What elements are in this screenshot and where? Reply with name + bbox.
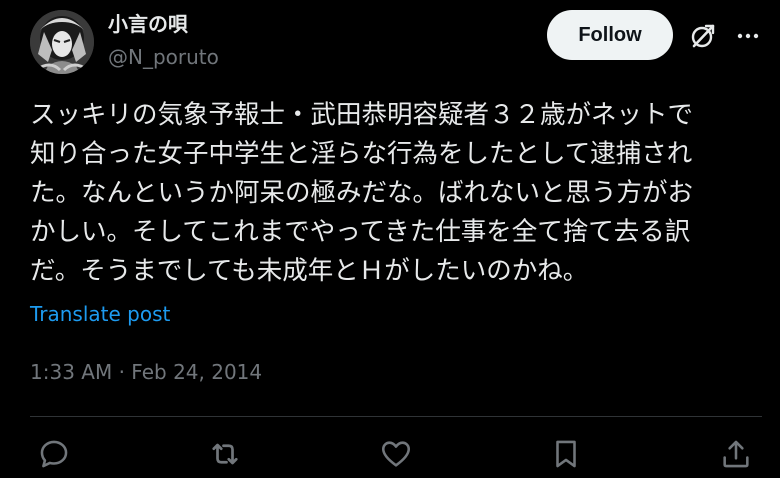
divider xyxy=(30,416,762,417)
post-timestamp[interactable]: 1:33 AM · Feb 24, 2014 xyxy=(30,358,262,386)
like-button[interactable] xyxy=(378,436,414,472)
reply-icon xyxy=(40,440,68,468)
grok-icon[interactable] xyxy=(688,21,718,51)
share-button[interactable] xyxy=(718,436,754,472)
translate-post-link[interactable]: Translate post xyxy=(30,300,170,328)
more-icon[interactable] xyxy=(733,21,763,51)
author-display-name[interactable]: 小言の唄 xyxy=(108,10,188,38)
action-bar xyxy=(0,436,780,476)
repost-icon xyxy=(212,443,238,465)
post-date[interactable]: Feb 24, 2014 xyxy=(131,360,262,384)
repost-button[interactable] xyxy=(207,436,243,472)
share-icon xyxy=(723,440,749,468)
post-text-line: た。なんというか阿呆の極みだな。ばれないと思う方がお xyxy=(30,178,694,208)
post-text-line: スッキリの気象予報士・武田恭明容疑者３２歳がネットで xyxy=(30,100,694,130)
reply-button[interactable] xyxy=(36,436,72,472)
timestamp-separator: · xyxy=(112,360,132,384)
heart-icon xyxy=(381,441,411,467)
avatar-image xyxy=(30,10,94,74)
bookmark-button[interactable] xyxy=(548,436,584,472)
bookmark-icon xyxy=(556,440,576,468)
post-text-line: 知り合った女子中学生と淫らな行為をしたとして逮捕され xyxy=(30,139,693,169)
post-text-line: かしい。そしてこれまでやってきた仕事を全て捨て去る訳 xyxy=(30,217,691,247)
post-text-line: だ。そうまでしても未成年とＨがしたいのかね。 xyxy=(30,256,589,286)
post-time[interactable]: 1:33 AM xyxy=(30,360,112,384)
author-handle[interactable]: @N_poruto xyxy=(108,43,219,71)
post-text: スッキリの気象予報士・武田恭明容疑者３２歳がネットで 知り合った女子中学生と淫ら… xyxy=(30,96,750,291)
avatar[interactable] xyxy=(30,10,94,74)
follow-button[interactable]: Follow xyxy=(547,10,673,60)
